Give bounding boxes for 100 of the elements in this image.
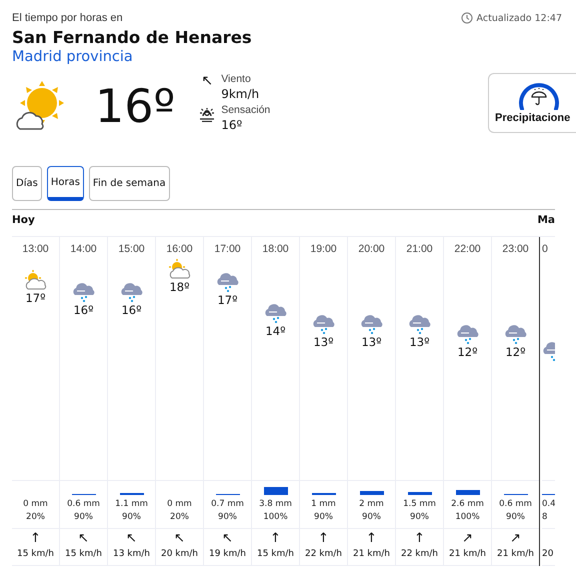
wind-speed: 15 km/h	[64, 549, 102, 559]
rain-probability: 100%	[455, 512, 480, 522]
hour-label: 16:00	[166, 243, 193, 255]
gauge-umbrella-icon	[516, 80, 560, 110]
hour-label: 17:00	[214, 243, 241, 255]
sun-cloud-icon	[168, 259, 192, 279]
hour-temperature: 16º	[73, 303, 94, 317]
wind-arrow: ↑	[30, 532, 41, 546]
tab[interactable]: Fin de semana	[88, 166, 170, 201]
hour-temperature: 16º	[121, 303, 142, 317]
wind-speed: 21 km/h	[496, 549, 534, 559]
rain-probability: 90%	[506, 512, 525, 522]
rain-probability: 8	[542, 512, 548, 522]
hour-temperature: 12º	[505, 345, 526, 359]
rain-probability: 20%	[170, 512, 189, 522]
rain-amount: 2.6 mm	[451, 499, 484, 509]
wind-speed: 20 km/h	[160, 549, 198, 559]
rain-probability: 90%	[410, 512, 429, 522]
wind-arrow: ↑	[270, 532, 281, 546]
tab[interactable]: Días	[12, 166, 42, 201]
rain-amount: 0.6 mm	[499, 499, 532, 509]
clock-icon	[460, 12, 473, 24]
wind-arrow: ↖	[200, 73, 214, 89]
rain-cloud-icon	[72, 280, 96, 302]
hour-label: 18:00	[262, 243, 289, 255]
hour-label: 14:00	[70, 243, 97, 255]
wind-value: 9km/h	[221, 87, 260, 101]
wind-arrow: ↖	[222, 532, 233, 546]
sun-cloud-icon	[24, 270, 48, 290]
wind-arrow: ↑	[366, 532, 377, 546]
hour-label: 23:00	[502, 243, 529, 255]
wind-arrow: ↗	[462, 532, 473, 546]
rain-probability: 90%	[122, 512, 141, 522]
hour-temperature: 17º	[217, 292, 238, 306]
wind-speed: 19 km/h	[208, 549, 246, 559]
subtitle: El tiempo por horas en	[12, 12, 124, 25]
day-label: Hoy	[12, 214, 36, 226]
rain-amount: 0 mm	[167, 499, 192, 509]
region-link[interactable]: Madrid provincia	[12, 49, 252, 69]
hour-label: 15:00	[118, 243, 145, 255]
city-title: San Fernando de Henares	[12, 28, 252, 49]
wind-speed: 15 km/h	[16, 549, 54, 559]
hour-label: 13:00	[22, 243, 49, 255]
hour-label: 19:00	[310, 243, 337, 255]
wind-speed: 13 km/h	[112, 549, 150, 559]
wind-arrow: ↗	[510, 532, 521, 546]
feels-like-value: 16º	[221, 118, 244, 132]
wind-speed: 21 km/h	[352, 549, 390, 559]
wind-speed: 22 km/h	[304, 549, 342, 559]
rain-bar	[264, 487, 288, 495]
current-temperature: 16º	[95, 79, 176, 133]
rain-cloud-icon	[504, 322, 528, 344]
rain-amount: 1.1 mm	[115, 499, 148, 509]
rain-amount: 1 mm	[311, 499, 336, 509]
wind-arrow: ↖	[78, 532, 89, 546]
hour-label: 22:00	[454, 243, 481, 255]
tab[interactable]: Horas	[46, 166, 84, 201]
wind-speed: 21 km/h	[448, 549, 486, 559]
rain-amount: 0.7 mm	[211, 499, 244, 509]
hour-temperature: 18º	[169, 280, 190, 294]
hour-label: 20:00	[358, 243, 385, 255]
wind-arrow: ↑	[318, 532, 329, 546]
wind-arrow: ↖	[126, 532, 137, 546]
sun-face-icon	[199, 108, 216, 122]
wind-label: Viento	[221, 73, 252, 85]
rain-amount: 1.5 mm	[403, 499, 436, 509]
hour-label: 0	[542, 243, 548, 255]
rain-amount: 0 mm	[23, 499, 48, 509]
rain-bar	[408, 492, 432, 495]
hour-temperature: 14º	[265, 324, 286, 338]
updated-time: Actualizado 12:47	[476, 12, 562, 24]
rain-probability: 20%	[26, 512, 45, 522]
rain-probability: 90%	[362, 512, 381, 522]
rain-amount: 0.4	[542, 499, 555, 509]
hour-temperature: 13º	[313, 334, 334, 348]
feels-like-label: Sensación	[221, 104, 270, 116]
hour-temperature: 13º	[361, 334, 382, 348]
rain-bar	[456, 490, 480, 495]
hour-temperature: 17º	[25, 290, 46, 304]
rain-probability: 90%	[74, 512, 93, 522]
rain-amount: 0.6 mm	[67, 499, 100, 509]
rain-bar	[360, 491, 384, 495]
rain-probability: 90%	[314, 512, 333, 522]
rain-amount: 3.8 mm	[259, 499, 292, 509]
wind-arrow: ↖	[174, 532, 185, 546]
hour-temperature: 13º	[409, 334, 430, 348]
rain-cloud-icon	[120, 280, 144, 302]
day-label: Ma	[537, 214, 555, 228]
rain-cloud-icon	[264, 301, 288, 323]
hour-temperature: 12º	[457, 345, 478, 359]
wind-speed: 15 km/h	[256, 549, 294, 559]
rain-amount: 2 mm	[359, 499, 384, 509]
wind-speed: 22 km/h	[400, 549, 438, 559]
card-label: Precipitacione	[494, 112, 570, 124]
wind-speed: 20	[542, 549, 554, 559]
wind-arrow: ↑	[414, 532, 425, 546]
precipitation-card[interactable]: Precipitacione	[488, 73, 576, 133]
rain-cloud-icon	[456, 322, 480, 344]
rain-probability: 90%	[218, 512, 237, 522]
rain-probability: 100%	[263, 512, 288, 522]
